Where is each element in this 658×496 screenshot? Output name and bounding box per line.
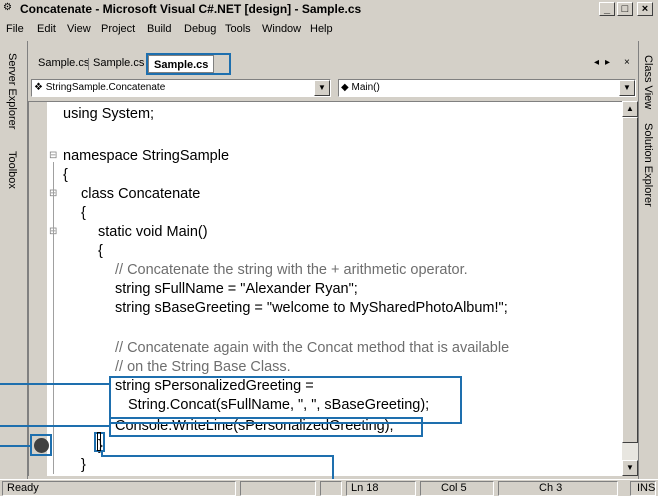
scroll-down-icon[interactable]: ▼: [622, 460, 638, 476]
code-comment: // on the String Base Class.: [115, 359, 291, 375]
type-combo-dropdown-icon[interactable]: ▼: [314, 80, 330, 96]
minimize-button[interactable]: _: [599, 2, 615, 16]
title-bar: ⚙ Concatenate - Microsoft Visual C#.NET …: [0, 0, 658, 19]
text-cursor: [97, 432, 101, 451]
tab-sample-cs-1[interactable]: Sample.cs: [38, 57, 89, 69]
status-ready: Ready: [2, 481, 236, 496]
app-icon: ⚙: [3, 2, 12, 13]
type-combo-value: StringSample.Concatenate: [45, 82, 166, 93]
status-insert-mode: INS: [630, 481, 656, 496]
writeline-callout-box: [109, 417, 423, 437]
member-combo-value: Main(): [351, 82, 380, 93]
menu-edit[interactable]: Edit: [37, 23, 56, 35]
status-column: Col 5: [420, 481, 494, 496]
menu-file[interactable]: File: [6, 23, 24, 35]
code-comment: // Concatenate again with the Concat met…: [115, 340, 510, 356]
outline-guide: [53, 162, 54, 474]
tab-sample-cs-2[interactable]: Sample.cs: [93, 57, 144, 69]
code-line: {: [63, 167, 68, 183]
status-line: Ln 18: [346, 481, 416, 496]
maximize-button[interactable]: □: [617, 2, 633, 16]
tab-scroll-right-icon[interactable]: ▸: [605, 57, 610, 68]
navigation-bar: ❖ StringSample.Concatenate ▼ ◆ Main() ▼: [28, 77, 638, 100]
ide-window: ⚙ Concatenate - Microsoft Visual C#.NET …: [0, 0, 658, 496]
menu-debug[interactable]: Debug: [184, 23, 216, 35]
breakpoint-callout-line: [0, 445, 30, 447]
menu-build[interactable]: Build: [147, 23, 171, 35]
code-comment: // Concatenate the string with the + ari…: [115, 262, 468, 278]
document-tabs: Sample.cs Sample.cs Sample.cs ◂ ▸ ×: [28, 53, 638, 75]
active-tab-callout-box: [146, 53, 231, 75]
scroll-up-icon[interactable]: ▲: [622, 101, 638, 117]
status-bar: Ready Ln 18 Col 5 Ch 3 INS: [0, 479, 658, 496]
caret-callout-line-b: [101, 455, 334, 457]
scroll-thumb[interactable]: [622, 117, 638, 443]
code-line: using System;: [63, 106, 155, 122]
status-panel-empty-1: [240, 481, 316, 496]
menu-bar: File Edit View Project Build Debug Tools…: [0, 19, 658, 40]
left-dock: Server Explorer Toolbox: [0, 41, 28, 479]
indicator-margin[interactable]: [29, 102, 47, 476]
code-line: namespace StringSample: [63, 148, 230, 164]
member-combo[interactable]: ◆ Main() ▼: [338, 79, 636, 97]
type-combo[interactable]: ❖ StringSample.Concatenate ▼: [31, 79, 331, 97]
breakpoint-icon[interactable]: [34, 438, 49, 453]
tab-scroll-left-icon[interactable]: ◂: [594, 57, 599, 68]
solution-explorer-tab[interactable]: Solution Explorer: [642, 123, 654, 207]
menu-help[interactable]: Help: [310, 23, 333, 35]
window-title: Concatenate - Microsoft Visual C#.NET [d…: [20, 2, 362, 16]
code-line: {: [81, 205, 86, 221]
status-panel-empty-2: [320, 481, 342, 496]
tab-close-icon[interactable]: ×: [624, 57, 630, 68]
menu-project[interactable]: Project: [101, 23, 135, 35]
status-character: Ch 3: [498, 481, 618, 496]
code-line: }: [81, 457, 86, 473]
concat-callout-line: [0, 383, 109, 385]
writeline-callout-line: [0, 425, 109, 427]
class-view-tab[interactable]: Class View: [642, 55, 654, 109]
code-line: string sBaseGreeting = "welcome to MySha…: [115, 300, 508, 316]
menu-view[interactable]: View: [67, 23, 91, 35]
code-line: string sFullName = "Alexander Ryan";: [115, 281, 358, 297]
server-explorer-tab[interactable]: Server Explorer: [6, 53, 18, 129]
tab-separator: [88, 58, 89, 70]
method-icon: ◆: [341, 82, 349, 93]
code-line: {: [98, 243, 103, 259]
toolbox-tab[interactable]: Toolbox: [6, 151, 18, 189]
menu-window[interactable]: Window: [262, 23, 301, 35]
class-icon: ❖: [34, 82, 43, 93]
code-line: class Concatenate: [81, 186, 201, 202]
vertical-scrollbar[interactable]: ▲ ▼: [622, 101, 638, 476]
right-dock: Class View Solution Explorer: [638, 41, 658, 479]
menu-tools[interactable]: Tools: [225, 23, 251, 35]
member-combo-dropdown-icon[interactable]: ▼: [619, 80, 635, 96]
close-button[interactable]: ×: [637, 2, 653, 16]
collapse-namespace-icon[interactable]: ⊟: [49, 150, 57, 161]
code-line: static void Main(): [98, 224, 208, 240]
